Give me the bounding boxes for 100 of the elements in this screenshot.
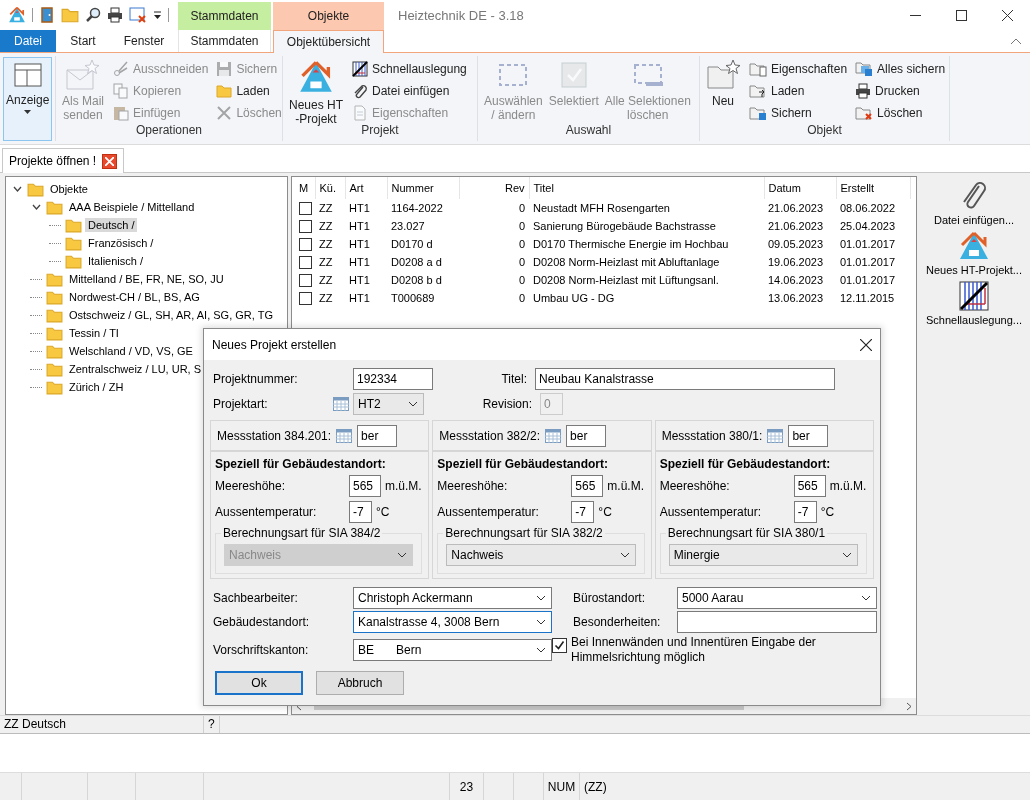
close-tab-button[interactable]: [102, 153, 118, 169]
dialog-button[interactable]: Abbruch: [316, 671, 404, 695]
close-icon: [860, 338, 872, 351]
ribbon-tab[interactable]: Datei: [0, 30, 56, 52]
column-header[interactable]: Titel: [529, 177, 764, 199]
tree-item[interactable]: Französisch /: [85, 236, 157, 250]
tree-item[interactable]: Mittelland / BE, FR, NE, SO, JU: [66, 272, 227, 286]
column-header[interactable]: Art: [345, 177, 387, 199]
chevron-down-icon: [861, 595, 871, 601]
table-cell-text: ZZ: [318, 255, 334, 270]
text-field[interactable]: [677, 611, 877, 633]
window-cross-icon: [129, 7, 147, 23]
tree-item[interactable]: Italienisch /: [85, 254, 147, 268]
ribbon-tab[interactable]: Objektübersicht: [273, 30, 384, 53]
dialog-title: Neues Projekt erstellen: [212, 337, 337, 352]
status-text: (ZZ): [583, 778, 608, 796]
dropdown[interactable]: HT2: [353, 392, 424, 415]
cross-icon: [216, 105, 233, 121]
table-cell-text: 0: [517, 255, 526, 270]
tree-item[interactable]: AAA Beispiele / Mittelland: [66, 200, 198, 214]
caret-icon: [153, 10, 162, 20]
table-icon: [767, 428, 784, 443]
column-header[interactable]: M: [295, 177, 315, 199]
column-header[interactable]: Nummer: [387, 177, 459, 199]
ribbon-button[interactable]: Laden: [214, 80, 284, 102]
section-heading: Speziell für Gebäudestandort:: [659, 457, 832, 471]
table-cell: 1164-2022: [387, 199, 459, 217]
checkbox[interactable]: [299, 291, 312, 305]
status-text: 23: [450, 773, 484, 800]
column-header[interactable]: Datum: [764, 177, 836, 199]
text-field[interactable]: Neubau Kanalstrasse: [535, 367, 835, 390]
checkbox[interactable]: [299, 255, 312, 269]
scissors-icon: [113, 61, 129, 77]
house-icon: [958, 230, 990, 262]
checkbox[interactable]: [299, 219, 312, 233]
field-label: Bürostandort:: [573, 591, 647, 605]
field-label: Messstation 384.201:: [217, 428, 332, 443]
tree-item[interactable]: Nordwest-CH / BL, BS, AG: [66, 290, 203, 304]
dropdown[interactable]: Minergie: [668, 544, 858, 566]
tree-item[interactable]: Deutsch /: [85, 218, 138, 232]
tool-button[interactable]: Datei einfügen...: [933, 180, 1015, 226]
column-header[interactable]: Rev: [459, 177, 529, 199]
tree-item[interactable]: Zentralschweiz / LU, UR, S: [66, 362, 205, 376]
text-field[interactable]: -7: [793, 501, 817, 523]
tree-item[interactable]: Ostschweiz / GL, SH, AR, AI, SG, GR, TG: [66, 308, 276, 322]
dropdown[interactable]: Christoph Ackermann: [353, 587, 552, 609]
ribbon-button[interactable]: Neues HT -Projekt: [286, 56, 347, 129]
ribbon-button[interactable]: Neu: [703, 56, 743, 111]
tree-item[interactable]: Welschland / VD, VS, GE: [66, 344, 196, 358]
tree-item[interactable]: Objekte: [47, 182, 91, 196]
dropdown[interactable]: BE Bern: [353, 639, 552, 661]
context-tab-group: Objekte: [273, 2, 384, 30]
dropdown[interactable]: 5000 Aarau: [677, 587, 877, 609]
ribbon-button[interactable]: Datei einfügen: [350, 80, 469, 102]
document-tab[interactable]: Projekte öffnen !: [2, 148, 125, 173]
table-cell-text: 23.027: [390, 219, 426, 234]
field-label: Sachbearbeiter:: [213, 591, 299, 605]
ribbon-button[interactable]: Alles sichern: [853, 58, 948, 80]
text-field[interactable]: -7: [571, 501, 595, 523]
column-header[interactable]: Kü.: [315, 177, 345, 199]
table-cell-text: D0208 Norm-Heizlast mit Abluftanlage: [532, 255, 721, 270]
check-icon: [554, 640, 565, 651]
unit-label: m.ü.M.: [385, 479, 422, 493]
ribbon-button[interactable]: Anzeige: [3, 57, 53, 141]
text-field[interactable]: 565: [571, 475, 604, 497]
checkbox[interactable]: [552, 638, 567, 653]
text-field[interactable]: 565: [793, 475, 826, 497]
field-label: Aussentemperatur:: [437, 505, 540, 519]
column-header[interactable]: Erstellt: [836, 177, 910, 199]
group-label: Projekt: [360, 123, 400, 139]
tree-item[interactable]: Tessin / TI: [66, 326, 122, 340]
dropdown[interactable]: Kanalstrasse 4, 3008 Bern: [353, 611, 552, 633]
ribbon-button[interactable]: Eigenschaften: [747, 58, 850, 80]
checkbox[interactable]: [299, 237, 312, 251]
field-label: Meereshöhe:: [437, 479, 509, 493]
ribbon-button[interactable]: Schnellauslegung: [350, 58, 469, 80]
group-label: Objekt: [806, 123, 843, 139]
ribbon-tab[interactable]: Stammdaten: [178, 30, 271, 52]
tool-button[interactable]: Schnellauslegung...: [926, 280, 1022, 326]
close-button[interactable]: [858, 336, 874, 353]
table-cell-text: ZZ: [318, 291, 334, 306]
ribbon-button[interactable]: Löschen: [853, 102, 948, 124]
text-field[interactable]: ber: [566, 424, 607, 447]
ribbon-button[interactable]: Drucken: [853, 80, 948, 102]
group-label: Berechnungsart für SIA 382/2: [443, 526, 605, 540]
table-icon: [333, 396, 349, 411]
ribbon-button[interactable]: Laden: [747, 80, 850, 102]
text-field[interactable]: 192334: [353, 367, 433, 390]
table-cell-text: D0170 d: [390, 237, 434, 252]
tool-button[interactable]: Neues HT-Projekt...: [926, 230, 1022, 276]
ribbon-button[interactable]: Sichern: [747, 102, 850, 124]
tree-item[interactable]: Zürich / ZH: [66, 380, 127, 394]
table-cell-text: 25.04.2023: [839, 219, 897, 234]
dialog-button[interactable]: Ok: [215, 671, 303, 695]
checkbox[interactable]: [299, 273, 312, 287]
dropdown[interactable]: Nachweis: [446, 544, 636, 566]
checkbox[interactable]: [299, 201, 312, 215]
text-field[interactable]: ber: [788, 424, 829, 447]
table-cell-text: HT1: [348, 255, 371, 270]
context-tab-group: Stammdaten: [178, 2, 271, 30]
